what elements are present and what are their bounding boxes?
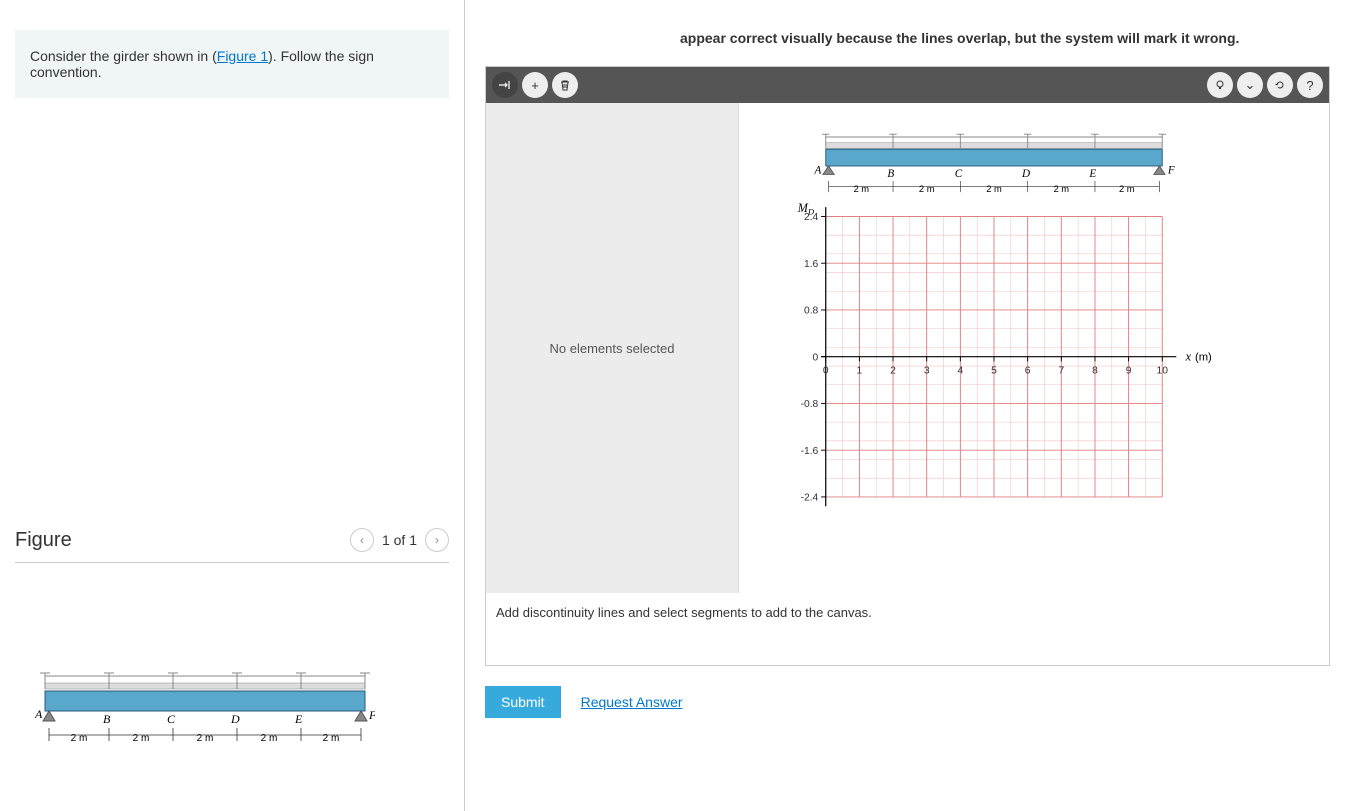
beam-diagram: A B C D E F 2 m 2 m 2 m 2 m 2 m [35,663,375,753]
svg-text:2 m: 2 m [261,733,278,744]
svg-text:3: 3 [924,366,930,377]
svg-text:2 m: 2 m [853,184,869,194]
instruction-text: appear correct visually because the line… [485,30,1330,46]
problem-statement: Consider the girder shown in (Figure 1).… [15,30,449,98]
svg-text:B: B [103,712,111,726]
trash-icon [559,79,571,91]
canvas-hint: Add discontinuity lines and select segme… [486,593,1329,665]
draw-tool-button[interactable] [492,72,518,98]
svg-text:0: 0 [813,352,819,363]
svg-text:C: C [167,712,176,726]
figure-next-button[interactable]: › [425,528,449,552]
influence-line-graph: A B C D E F [759,123,1229,553]
svg-text:-2.4: -2.4 [801,493,819,504]
figure-image: A B C D E F 2 m 2 m 2 m 2 m 2 m [15,663,449,756]
svg-text:9: 9 [1126,366,1132,377]
svg-text:1: 1 [857,366,863,377]
svg-text:E: E [294,712,303,726]
svg-text:0: 0 [823,366,829,377]
figure-link[interactable]: Figure 1 [217,48,268,64]
element-sidebar: No elements selected [486,103,739,593]
svg-text:A: A [35,707,43,721]
figure-prev-button[interactable]: ‹ [350,528,374,552]
svg-text:2.4: 2.4 [804,212,819,223]
svg-text:F: F [368,708,375,722]
svg-text:6: 6 [1025,366,1031,377]
svg-text:2 m: 2 m [986,184,1002,194]
canvas-area: No elements selected [486,103,1329,593]
main-container: Consider the girder shown in (Figure 1).… [0,0,1350,811]
svg-text:D: D [230,712,240,726]
svg-text:7: 7 [1058,366,1064,377]
svg-text:8: 8 [1092,366,1098,377]
svg-text:E: E [1088,168,1096,180]
svg-text:C: C [955,168,963,180]
svg-text:1.6: 1.6 [804,259,819,270]
draw-icon [498,78,512,92]
right-panel: appear correct visually because the line… [465,0,1350,811]
figure-section: Figure ‹ 1 of 1 › [15,528,449,756]
svg-text:10: 10 [1157,366,1169,377]
submit-row: Submit Request Answer [485,686,1330,718]
lightbulb-icon [1214,79,1226,91]
hint-button[interactable] [1207,72,1233,98]
help-button[interactable]: ? [1297,72,1323,98]
left-panel: Consider the girder shown in (Figure 1).… [0,0,465,811]
svg-text:2 m: 2 m [71,733,88,744]
svg-text:D: D [1021,168,1030,180]
svg-text:-1.6: -1.6 [801,446,819,457]
svg-text:F: F [1167,164,1175,176]
svg-text:2 m: 2 m [197,733,214,744]
svg-text:2 m: 2 m [919,184,935,194]
drawing-widget: + ⌄ ? No elemen [485,66,1330,666]
figure-title: Figure [15,529,72,552]
submit-button[interactable]: Submit [485,686,561,718]
figure-nav: ‹ 1 of 1 › [350,528,449,552]
svg-text:2 m: 2 m [1119,184,1135,194]
figure-header: Figure ‹ 1 of 1 › [15,528,449,563]
svg-text:2 m: 2 m [133,733,150,744]
delete-element-button[interactable] [552,72,578,98]
reset-icon [1274,79,1286,91]
svg-text:5: 5 [991,366,997,377]
svg-text:A: A [814,164,822,176]
graph-area[interactable]: A B C D E F [739,103,1329,593]
problem-text-before: Consider the girder shown in ( [30,48,217,64]
svg-text:2: 2 [890,366,896,377]
svg-text:-0.8: -0.8 [801,399,819,410]
collapse-button[interactable]: ⌄ [1237,72,1263,98]
svg-text:B: B [887,168,894,180]
svg-text:0.8: 0.8 [804,306,819,317]
svg-text:4: 4 [957,366,963,377]
add-element-button[interactable]: + [522,72,548,98]
svg-text:2 m: 2 m [1054,184,1070,194]
figure-page-indicator: 1 of 1 [382,532,417,548]
svg-text:x: x [1185,349,1192,363]
drawing-toolbar: + ⌄ ? [486,67,1329,103]
svg-text:2 m: 2 m [323,733,340,744]
reset-button[interactable] [1267,72,1293,98]
svg-text:(m): (m) [1195,351,1212,363]
request-answer-link[interactable]: Request Answer [581,694,683,710]
sidebar-message: No elements selected [549,341,674,356]
